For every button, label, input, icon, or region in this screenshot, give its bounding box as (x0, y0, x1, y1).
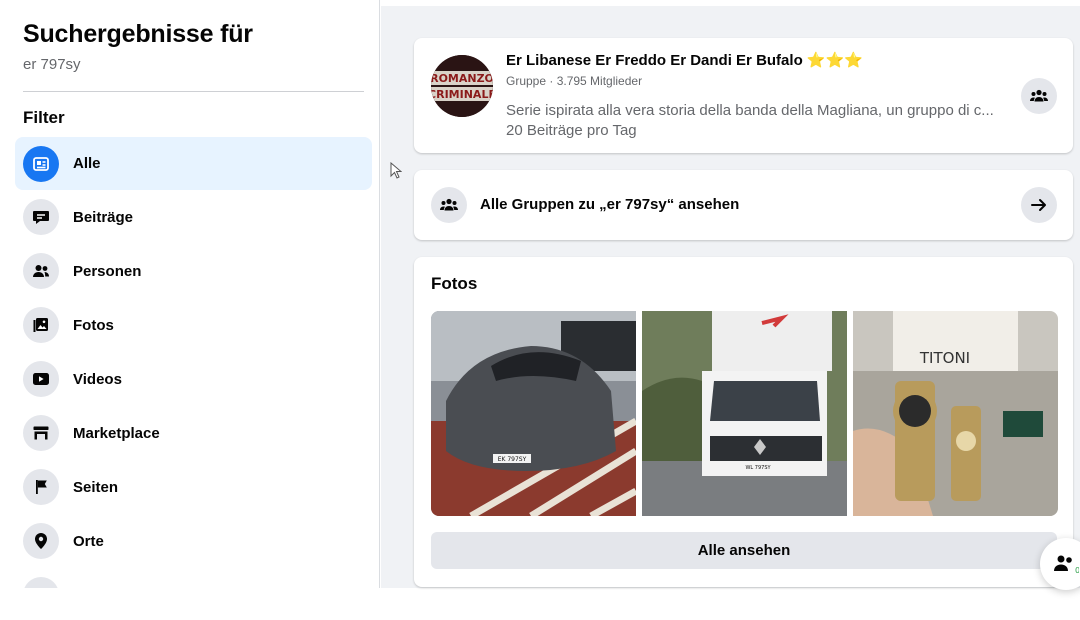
photos-heading: Fotos (431, 274, 478, 293)
sidebar-item-fotos[interactable]: Fotos (15, 298, 372, 352)
sidebar-item-beitraege[interactable]: Beiträge (15, 190, 372, 244)
group-description: Serie ispirata alla vera storia della ba… (506, 102, 994, 119)
groups-icon (431, 187, 467, 223)
photos-icon (23, 307, 59, 343)
sidebar-item-orte[interactable]: Orte (15, 514, 372, 568)
sidebar-item-seiten[interactable]: Seiten (15, 460, 372, 514)
group-post-rate: 20 Beiträge pro Tag (506, 122, 637, 139)
sidebar-item-label: Orte (73, 532, 104, 550)
contacts-icon: 0 (1054, 555, 1079, 575)
search-query: er 797sy (23, 56, 81, 73)
brand-text: TITONI (919, 349, 970, 367)
video-icon (23, 361, 59, 397)
photo-car[interactable]: EK 797SY (431, 311, 636, 516)
romanzo-criminale-logo-icon: ROMANZO CRIMINALE (431, 55, 493, 117)
online-count-badge: 0 (1075, 566, 1079, 575)
photo-van[interactable]: WL 797SY (642, 311, 847, 516)
divider (23, 91, 364, 92)
sidebar-item-alle[interactable]: Alle (15, 137, 372, 190)
filter-list: Alle Beiträge Personen Fotos Videos Mark… (15, 137, 372, 588)
people-icon (23, 253, 59, 289)
sidebar-item-more[interactable] (15, 568, 372, 588)
flag-icon (23, 469, 59, 505)
marketplace-icon (23, 415, 59, 451)
sidebar-item-label: Personen (73, 262, 142, 280)
sidebar-item-personen[interactable]: Personen (15, 244, 372, 298)
photo-watches[interactable]: TITONI (853, 311, 1058, 516)
sidebar-item-label: Beiträge (73, 208, 134, 226)
sidebar-item-label: Alle (73, 155, 101, 172)
car-plate-text: EK 797SY (498, 456, 527, 463)
group-meta: Gruppe · 3.795 Mitglieder (506, 74, 643, 88)
filter-heading: Filter (23, 108, 65, 127)
sidebar-item-videos[interactable]: Videos (15, 352, 372, 406)
all-groups-arrow-button[interactable] (1021, 187, 1057, 223)
join-group-button[interactable] (1021, 78, 1057, 114)
sidebar-item-label: Marketplace (73, 424, 160, 442)
all-groups-link[interactable]: Alle Gruppen zu „er 797sy“ ansehen (480, 196, 739, 213)
search-results: ROMANZO CRIMINALE Er Libanese Er Freddo … (381, 6, 1080, 588)
join-group-icon (1030, 89, 1048, 102)
van-plate-text: WL 797SY (745, 465, 771, 471)
feed-icon (23, 145, 59, 182)
arrow-right-icon (1031, 199, 1046, 211)
all-groups-card[interactable]: Alle Gruppen zu „er 797sy“ ansehen (414, 170, 1073, 240)
photos-card: Fotos EK 797SY WL 797SY TITONI Alle anse… (414, 257, 1073, 587)
group-result-card[interactable]: ROMANZO CRIMINALE Er Libanese Er Freddo … (414, 38, 1073, 153)
more-icon (23, 577, 59, 588)
sidebar-item-label: Fotos (73, 316, 114, 334)
posts-icon (23, 199, 59, 235)
page-title: Suchergebnisse für (23, 20, 253, 48)
group-name[interactable]: Er Libanese Er Freddo Er Dandi Er Bufalo… (506, 51, 863, 69)
see-all-photos-button[interactable]: Alle ansehen (431, 532, 1057, 569)
svg-text:ROMANZO: ROMANZO (431, 72, 493, 85)
group-avatar[interactable]: ROMANZO CRIMINALE (431, 55, 493, 117)
sidebar-item-marketplace[interactable]: Marketplace (15, 406, 372, 460)
search-sidebar: Suchergebnisse für er 797sy Filter Alle … (0, 0, 380, 588)
sidebar-item-label: Videos (73, 370, 122, 388)
sidebar-item-label: Seiten (73, 478, 119, 496)
location-pin-icon (23, 523, 59, 559)
mouse-cursor-icon (390, 162, 402, 179)
svg-text:CRIMINALE: CRIMINALE (431, 88, 493, 101)
